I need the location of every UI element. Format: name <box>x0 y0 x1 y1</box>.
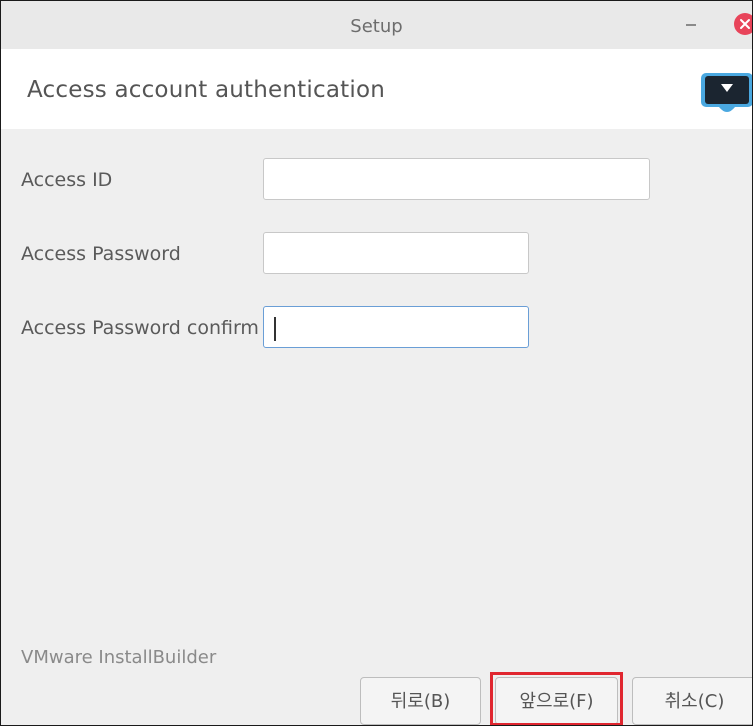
window-title: Setup <box>350 16 403 37</box>
minimize-button[interactable] <box>681 13 703 35</box>
cancel-button[interactable]: 취소(C) <box>632 677 752 725</box>
installer-brand: VMware InstallBuilder <box>21 647 217 668</box>
text-caret <box>274 317 276 341</box>
page-header: Access account authentication <box>1 49 752 129</box>
access-password-label: Access Password <box>21 243 181 265</box>
access-password-confirm-label: Access Password confirm <box>21 317 259 339</box>
close-button[interactable] <box>734 13 752 35</box>
next-button[interactable]: 앞으로(F) <box>495 677 618 725</box>
access-password-confirm-input[interactable] <box>263 306 529 348</box>
close-icon <box>740 19 750 29</box>
access-id-input[interactable] <box>263 158 650 200</box>
access-password-input[interactable] <box>263 232 529 274</box>
title-bar: Setup <box>1 1 752 49</box>
installer-monitor-icon <box>699 71 752 113</box>
setup-window: Setup Access account authentication Acce… <box>0 0 753 726</box>
page-title: Access account authentication <box>27 77 385 103</box>
back-button[interactable]: 뒤로(B) <box>360 677 481 725</box>
access-id-label: Access ID <box>21 169 113 191</box>
